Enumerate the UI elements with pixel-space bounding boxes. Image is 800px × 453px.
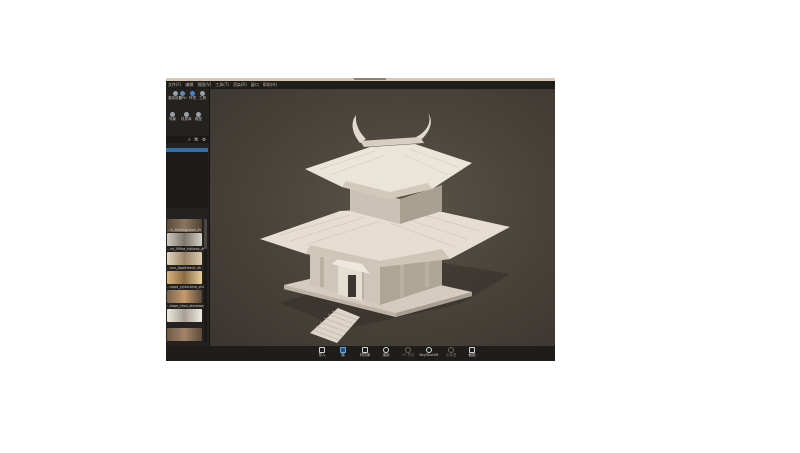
bottom-toolbar: 导入 展 材质库 渲染 VR 预览 KeyShotXR 全景图 截图 bbox=[166, 346, 555, 361]
search-icon[interactable]: ⌕ ⌘ ⚙ bbox=[188, 137, 207, 143]
render-button[interactable]: 渲染 bbox=[377, 347, 395, 358]
library-button[interactable]: 材质库 bbox=[356, 347, 374, 358]
import-button[interactable]: 导入 bbox=[313, 347, 331, 358]
menu-item-file[interactable]: 文件(F) bbox=[168, 81, 181, 89]
keyshotxr-button[interactable]: KeyShotXR bbox=[419, 347, 439, 358]
menu-bar: 文件(F) 编辑 视图(V) 工具(T) 渲染(R) 窗口 帮助(H) bbox=[166, 81, 555, 89]
panorama-button[interactable]: 全景图 bbox=[442, 347, 460, 358]
render-viewport[interactable] bbox=[210, 89, 555, 346]
menu-item-view[interactable]: 视图(V) bbox=[197, 81, 211, 89]
left-panel: 渲染设置 GPU 环境 工具 场景 材质库 模型 ⌕ ⌘ ⚙ ...ix_Dut… bbox=[166, 89, 210, 361]
doorway bbox=[348, 275, 356, 297]
keyshot-window: 文件(F) 编辑 视图(V) 工具(T) 渲染(R) 窗口 帮助(H) 渲染设置… bbox=[166, 78, 555, 361]
right-ridge-ornament bbox=[416, 113, 431, 139]
model-button[interactable]: 模型 bbox=[195, 112, 202, 121]
thumbnail-5[interactable] bbox=[167, 290, 202, 303]
thumbnail-label: ...kape_cyclorama_studi bbox=[167, 285, 204, 289]
title-grip[interactable] bbox=[354, 78, 386, 80]
thumbnail-scrollbar[interactable] bbox=[204, 219, 207, 343]
thumbnail-label: ...kon_Apartment_4k bbox=[167, 266, 201, 270]
environment-thumbnail-list: ...ix_Duttingslope_4k ...ris_Office_hall… bbox=[166, 219, 204, 343]
vr-preview-button[interactable]: VR 预览 bbox=[399, 347, 417, 358]
thumbnail-3[interactable] bbox=[167, 252, 202, 265]
thumbnail-label: ...ix_Duttingslope_4k bbox=[167, 228, 202, 232]
tools-button[interactable]: 工具 bbox=[199, 91, 206, 100]
gpu-button[interactable]: GPU bbox=[179, 91, 186, 100]
scene-tree[interactable] bbox=[166, 152, 208, 208]
material-library-button[interactable]: 材质库 bbox=[181, 112, 192, 121]
scrollbar-thumb[interactable] bbox=[204, 219, 207, 249]
thumbnail-7[interactable] bbox=[167, 328, 202, 341]
menu-item-window[interactable]: 窗口 bbox=[251, 81, 259, 89]
scene-button[interactable]: 场景 bbox=[169, 112, 176, 121]
environment-button[interactable]: 环境 bbox=[189, 91, 196, 100]
menu-item-tools[interactable]: 工具(T) bbox=[215, 81, 229, 89]
edit-button[interactable]: 展 bbox=[334, 347, 352, 358]
thumbnail-2[interactable] bbox=[167, 233, 202, 246]
panel-tab-bar: ⌕ ⌘ ⚙ bbox=[166, 136, 209, 143]
menu-item-edit[interactable]: 编辑 bbox=[185, 81, 193, 89]
thumbnail-label: ...ris_Office_hallway_de bbox=[167, 247, 204, 251]
upper-roof bbox=[305, 144, 472, 199]
temple-model[interactable] bbox=[210, 89, 555, 346]
menu-item-render[interactable]: 渲染(R) bbox=[233, 81, 247, 89]
menu-item-help[interactable]: 帮助(H) bbox=[263, 81, 277, 89]
thumbnail-6[interactable] bbox=[167, 309, 202, 322]
thumbnail-label: ...kape_chou_stoneway bbox=[167, 304, 204, 308]
thumbnail-4[interactable] bbox=[167, 271, 202, 284]
left-ridge-ornament bbox=[352, 115, 366, 143]
screenshot-button[interactable]: 截图 bbox=[463, 347, 481, 358]
